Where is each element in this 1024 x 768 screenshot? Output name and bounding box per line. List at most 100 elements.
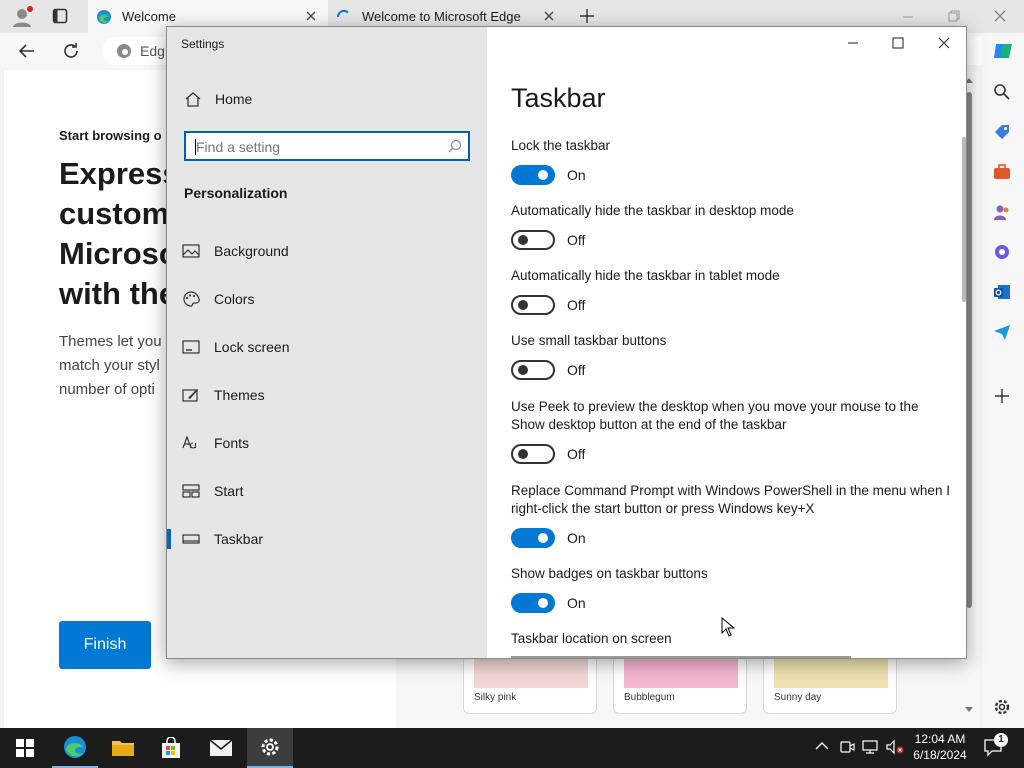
office-icon[interactable] (993, 243, 1011, 261)
theme-name: Bubblegum (624, 692, 675, 703)
maximize-icon[interactable] (884, 33, 912, 53)
tab-actions-icon[interactable] (52, 8, 68, 24)
palette-icon (182, 291, 202, 307)
refresh-icon[interactable] (62, 42, 80, 60)
section-personalization: Personalization (184, 185, 288, 201)
search-placeholder: Find a setting (196, 139, 281, 155)
close-tab-icon[interactable] (542, 9, 556, 23)
settings-scrollbar[interactable] (962, 137, 966, 302)
welcome-kicker: Start browsing o (59, 128, 162, 143)
option-label: Lock the taskbar (511, 138, 611, 153)
taskbar-settings[interactable] (247, 728, 293, 768)
finish-button[interactable]: Finish (59, 621, 151, 669)
clock-time: 12:04 AM (914, 732, 966, 746)
toggle-knob (518, 300, 528, 310)
toggle-state: On (567, 530, 586, 546)
option-label: Use Peek to preview the desktop when you… (511, 399, 919, 432)
lock-screen-icon (182, 339, 202, 355)
nav-item-start[interactable]: Start (167, 467, 487, 515)
folder-icon (112, 741, 134, 756)
nav-item-lock-screen[interactable]: Lock screen (167, 323, 487, 371)
toggle-state: Off (567, 362, 586, 378)
option-label: Automatically hide the taskbar in deskto… (511, 203, 794, 218)
autohide-desktop-toggle[interactable] (511, 230, 555, 250)
nav-item-taskbar[interactable]: Taskbar (167, 515, 487, 563)
theme-card-bubblegum[interactable]: Bubblegum (613, 655, 747, 714)
welcome-body: Themes let you match your styl number of… (59, 330, 162, 402)
toggle-knob (538, 533, 548, 543)
mail-icon (209, 739, 233, 756)
taskbar-mail[interactable] (198, 728, 244, 768)
body-line: Themes let you (59, 333, 162, 350)
people-icon[interactable] (993, 203, 1011, 221)
nav-item-label: Start (214, 483, 244, 499)
tab-title: Welcome (122, 9, 176, 24)
scroll-down-arrow-icon[interactable] (964, 706, 974, 714)
volume-muted-icon[interactable] (886, 739, 904, 755)
close-tab-icon[interactable] (304, 9, 318, 23)
page-title: Taskbar (511, 83, 606, 113)
copilot-icon[interactable] (992, 40, 1014, 62)
toggle-state: Off (567, 232, 586, 248)
meet-now-icon[interactable] (839, 739, 855, 755)
toggle-state: On (567, 167, 586, 183)
search-icon[interactable] (993, 83, 1011, 101)
windows-taskbar: 12:04 AM 6/18/2024 1 (0, 728, 1024, 768)
edge-logo-icon (96, 9, 112, 25)
edge-logo-icon (64, 736, 86, 758)
lock-taskbar-toggle[interactable] (511, 165, 555, 185)
taskbar-location-dropdown[interactable] (511, 656, 851, 658)
small-buttons-toggle[interactable] (511, 360, 555, 380)
theme-swatch (474, 656, 588, 688)
finish-button-label: Finish (83, 636, 127, 653)
headline-line: with the (59, 276, 177, 311)
headline-line: custom (59, 196, 170, 231)
shopping-tag-icon[interactable] (993, 123, 1011, 141)
profile-avatar[interactable] (10, 5, 34, 29)
taskbar-edge[interactable] (52, 728, 98, 768)
powershell-toggle[interactable] (511, 528, 555, 548)
theme-card-silky-pink[interactable]: Silky pink (463, 655, 597, 714)
tools-briefcase-icon[interactable] (993, 163, 1011, 181)
theme-swatch (774, 656, 888, 688)
mouse-cursor-icon (721, 617, 735, 637)
browser-restore-icon[interactable] (946, 8, 962, 24)
system-clock[interactable]: 12:04 AM 6/18/2024 (906, 731, 974, 763)
browser-minimize-icon[interactable] (900, 10, 916, 24)
taskbar-store[interactable] (148, 728, 194, 768)
settings-window: Settings Home Find a setting Personaliza… (166, 26, 967, 659)
close-icon[interactable] (930, 33, 958, 53)
start-button[interactable] (2, 728, 48, 768)
nav-item-fonts[interactable]: Fonts (167, 419, 487, 467)
image-icon (182, 243, 202, 259)
address-text: Edg (140, 43, 165, 59)
gear-icon[interactable] (992, 697, 1012, 717)
add-sidebar-app-icon[interactable] (994, 388, 1010, 404)
toggle-state: Off (567, 446, 586, 462)
theme-card-sunny-day[interactable]: Sunny day (763, 655, 897, 714)
gear-icon (261, 738, 279, 756)
back-arrow-icon[interactable] (18, 42, 36, 60)
nav-item-themes[interactable]: Themes (167, 371, 487, 419)
browser-close-icon[interactable] (992, 8, 1008, 24)
minimize-icon[interactable] (839, 33, 867, 53)
outlook-icon[interactable] (993, 283, 1011, 301)
send-icon[interactable] (993, 323, 1011, 341)
show-hidden-icons-chevron-icon[interactable] (815, 741, 829, 751)
nav-item-background[interactable]: Background (167, 227, 487, 275)
taskbar-file-explorer[interactable] (100, 728, 146, 768)
taskbar-icon (182, 531, 202, 547)
badges-toggle[interactable] (511, 593, 555, 613)
peek-toggle[interactable] (511, 444, 555, 464)
option-label: Show badges on taskbar buttons (511, 566, 708, 581)
autohide-tablet-toggle[interactable] (511, 295, 555, 315)
network-icon[interactable] (862, 739, 880, 755)
theme-name: Silky pink (474, 692, 517, 703)
loading-spinner-icon (336, 9, 352, 25)
find-setting-input[interactable]: Find a setting (184, 131, 470, 161)
new-tab-icon[interactable] (579, 8, 595, 24)
nav-item-colors[interactable]: Colors (167, 275, 487, 323)
toggle-state: On (567, 595, 586, 611)
nav-home[interactable]: Home (184, 91, 252, 107)
settings-window-title: Settings (181, 37, 225, 51)
